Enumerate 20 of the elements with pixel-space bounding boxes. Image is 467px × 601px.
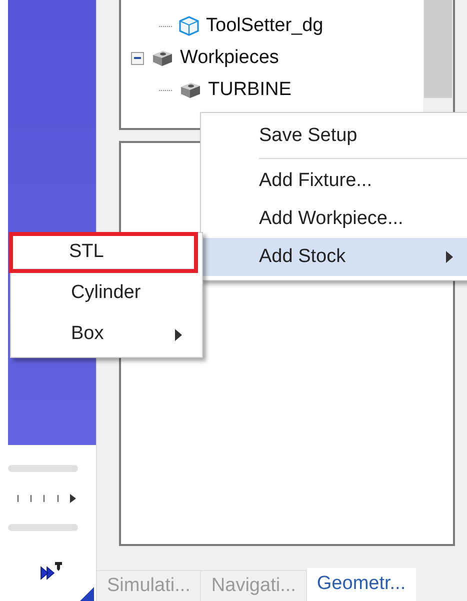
menu-item[interactable]: Add Stock <box>201 238 467 276</box>
tree-item[interactable]: Workpieces <box>180 44 279 72</box>
slider-track[interactable] <box>8 465 78 472</box>
menu-item[interactable]: STL <box>9 232 198 273</box>
menu-item[interactable]: Add Fixture... <box>201 162 467 200</box>
menu-item[interactable]: Box <box>11 314 202 355</box>
resize-grip-icon[interactable] <box>80 587 94 601</box>
submenu-arrow-icon <box>446 251 453 263</box>
block-icon <box>150 48 174 68</box>
collapse-icon[interactable] <box>131 52 144 64</box>
menu-item[interactable]: Save Setup <box>201 117 467 162</box>
tree-item[interactable]: ToolSetter_dg <box>206 12 324 40</box>
block-icon <box>178 80 202 100</box>
tab[interactable]: Geometr... <box>306 568 416 601</box>
submenu-arrow-icon <box>175 328 182 340</box>
menu-item[interactable]: Add Workpiece... <box>201 200 467 238</box>
menu-item[interactable]: Cylinder <box>11 273 202 314</box>
cube-icon <box>178 15 200 37</box>
slider-track[interactable] <box>8 524 78 531</box>
tree-item[interactable]: TURBINE <box>208 76 292 104</box>
